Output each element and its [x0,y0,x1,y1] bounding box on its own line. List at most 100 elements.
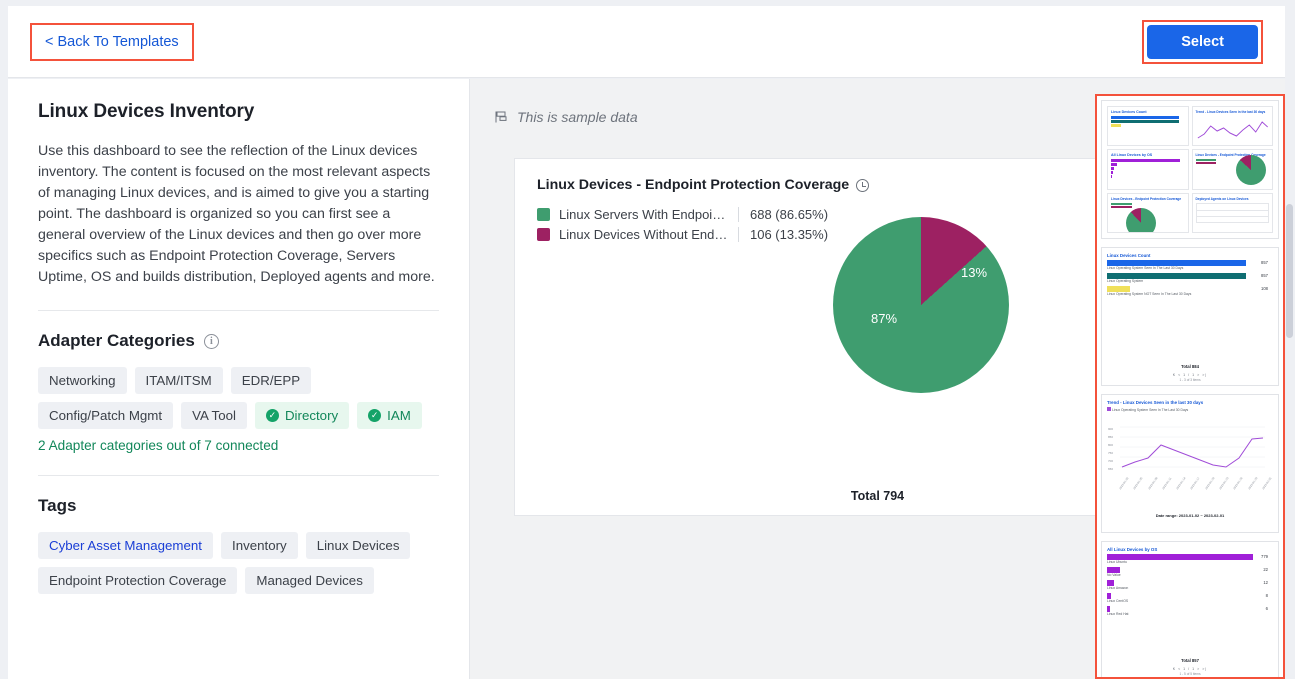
mini-panel-deployed-agents: Deployed Agents on Linux Devices [1191,192,1273,233]
bar-item: 8 Linux CentOS [1107,593,1273,603]
page-title: Linux Devices Inventory [38,101,255,122]
chart-title: Linux Devices - Endpoint Protection Cove… [537,177,850,193]
bar-value: 857 [1261,273,1268,278]
thumbnail-title: Trend - Linux Devices Seen in the last 3… [1107,400,1204,405]
thumbnail-rail[interactable]: Linux Devices Count Trend - Linux Device… [1101,100,1279,677]
tag-managed-devices[interactable]: Managed Devices [245,567,374,594]
pie-slice-label-minor: 13% [961,265,988,280]
x-axis-labels: 2023-01-02 2023-01-05 2023-01-08 2023-01… [1118,476,1273,491]
bar-value: 12 [1263,580,1268,585]
back-to-templates-link[interactable]: < Back To Templates [35,27,189,56]
bar-label: Linux Red Hat [1107,612,1129,616]
select-button-annotation: Select [1142,19,1263,64]
divider-2 [38,475,439,476]
thumbnail-pager[interactable]: K < 1 / 1 > >| [1102,373,1278,377]
sample-data-note: This is sample data [494,109,638,125]
adapter-chip-directory-label: Directory [284,408,339,423]
adapter-chip-edr-epp[interactable]: EDR/EPP [230,367,312,394]
trend-line-chart [1120,426,1265,468]
mini-title: Deployed Agents on Linux Devices [1195,196,1249,201]
thumbnail-date-range: Date range: 2023-01-02 ~ 2023-02-01 [1155,513,1225,518]
legend-swatch-magenta [537,228,550,241]
tags-row-1: Cyber Asset Management Inventory Linux D… [38,532,439,559]
y-axis-labels: 900 850 800 750 700 650 [1108,427,1114,471]
bar-label: No Value [1107,573,1121,577]
mini-title: Linux Devices - Endpoint Protection Cove… [1111,196,1182,201]
tags-heading: Tags [38,496,77,515]
mini-panel-devices-count: Linux Devices Count [1107,106,1189,147]
thumbnail-pager[interactable]: K < 1 / 1 > >| [1102,667,1278,671]
divider-1 [38,310,439,311]
thumbnail-title: Linux Devices Count [1107,253,1151,258]
mini-panel-coverage-pie-2: Linux Devices - Endpoint Protection Cove… [1107,192,1189,233]
clock-icon[interactable] [856,178,870,192]
bar-label: Linux Operating System NOT Seen In The L… [1107,292,1192,296]
adapter-chip-iam[interactable]: ✓ IAM [357,402,422,429]
thumbnail-rail-annotation: Linux Devices Count Trend - Linux Device… [1095,94,1285,679]
check-circle-icon: ✓ [368,409,382,422]
tag-inventory[interactable]: Inventory [221,532,298,559]
adapters-connected-note: 2 Adapter categories out of 7 connected [38,438,279,453]
dashboard-description: Use this dashboard to see the reflection… [38,143,435,285]
pie-chart[interactable]: 87% 13% [833,217,1009,393]
template-details-panel: Linux Devices Inventory Use this dashboa… [8,79,470,679]
flag-icon [495,111,507,122]
info-icon[interactable]: i [203,333,219,349]
thumbnail-total: Total 857 [1181,658,1199,663]
thumbnail-legend-label: Linux Operating System Seen In The Last … [1111,408,1189,412]
bar-item: 108 Linux Operating System NOT Seen In T… [1107,286,1273,296]
mini-title: All Linux Devices by OS [1111,153,1153,158]
adapter-chip-networking[interactable]: Networking [38,367,127,394]
bar-label: Linux Operating System Seen In The Last … [1107,266,1184,270]
mini-title: Linux Devices Count [1111,110,1147,114]
bar-value: 108 [1261,286,1268,291]
bar-item: 22 No Value [1107,567,1273,577]
bar-label: Linux CentOS [1107,599,1129,603]
thumbnail-title: All Linux Devices by OS [1107,547,1158,552]
back-link-annotation: < Back To Templates [30,22,194,61]
tags-row-2: Endpoint Protection Coverage Managed Dev… [38,567,439,594]
bar-item: 857 Linux Operating System Seen In The L… [1107,260,1273,270]
thumbnail-linux-devices-count[interactable]: Linux Devices Count 857 Linux Operating … [1101,247,1279,386]
thumbnail-trend-linux-devices[interactable]: Trend - Linux Devices Seen in the last 3… [1101,394,1279,533]
thumbnail-pager-sub: 1 - 3 of 3 items [1179,378,1201,382]
adapter-categories-row-1: Networking ITAM/ITSM EDR/EPP [38,367,439,394]
thumbnail-total: Total 884 [1181,364,1199,369]
bar-item: 12 Linux Amazon [1107,580,1273,590]
tag-linux-devices[interactable]: Linux Devices [305,532,411,559]
legend-label-without-protection: Linux Devices Without Endpoint ... [559,227,739,242]
bar-label: Linux Operating System [1107,279,1144,283]
rail-scrollbar-thumb[interactable] [1286,204,1293,338]
pie-slice-label-major: 87% [871,311,898,326]
check-circle-icon: ✓ [265,409,279,422]
legend-label-with-protection: Linux Servers With Endpoint Prot... [559,207,739,222]
bar-item: 857 Linux Operating System [1107,273,1273,283]
tag-cyber-asset-management[interactable]: Cyber Asset Management [38,532,213,559]
bar-value: 857 [1261,260,1268,265]
rail-scrollbar-track[interactable] [1286,100,1294,677]
adapter-chip-va-tool[interactable]: VA Tool [181,402,247,429]
mini-panel-by-os: All Linux Devices by OS [1107,149,1189,190]
legend-swatch-green [537,208,550,221]
bar-item: 779 Linux Ubuntu [1107,554,1273,564]
adapter-categories-label: Adapter Categories [38,331,195,350]
adapter-categories-heading: Adapter Categories i [38,331,439,351]
adapter-chip-config-patch-mgmt[interactable]: Config/Patch Mgmt [38,402,174,429]
bar-item: 6 Linux Red Hat [1107,606,1273,616]
legend-value-with-protection: 688 (86.65%) [750,207,829,222]
bar-label: Linux Ubuntu [1107,560,1127,564]
mini-panel-coverage-pie: Linux Devices - Endpoint Protection Cove… [1191,149,1273,190]
adapter-chip-directory[interactable]: ✓ Directory [254,402,350,429]
adapter-chip-itam-itsm[interactable]: ITAM/ITSM [134,367,223,394]
thumbnail-dashboard-overview[interactable]: Linux Devices Count Trend - Linux Device… [1101,100,1279,239]
mini-panel-trend: Trend - Linux Devices Seen in the last 3… [1191,106,1273,147]
thumbnail-pager-sub: 1 - 5 of 5 items [1179,672,1201,676]
adapter-chip-iam-label: IAM [387,408,411,423]
select-button[interactable]: Select [1147,24,1258,59]
tag-endpoint-protection-coverage[interactable]: Endpoint Protection Coverage [38,567,238,594]
mini-title: Trend - Linux Devices Seen in the last 3… [1195,110,1266,114]
sample-data-text: This is sample data [517,108,638,125]
bar-value: 6 [1265,606,1268,611]
pie-slices [833,217,1009,393]
thumbnail-all-linux-devices-by-os[interactable]: All Linux Devices by OS 779 Linux Ubuntu… [1101,541,1279,677]
